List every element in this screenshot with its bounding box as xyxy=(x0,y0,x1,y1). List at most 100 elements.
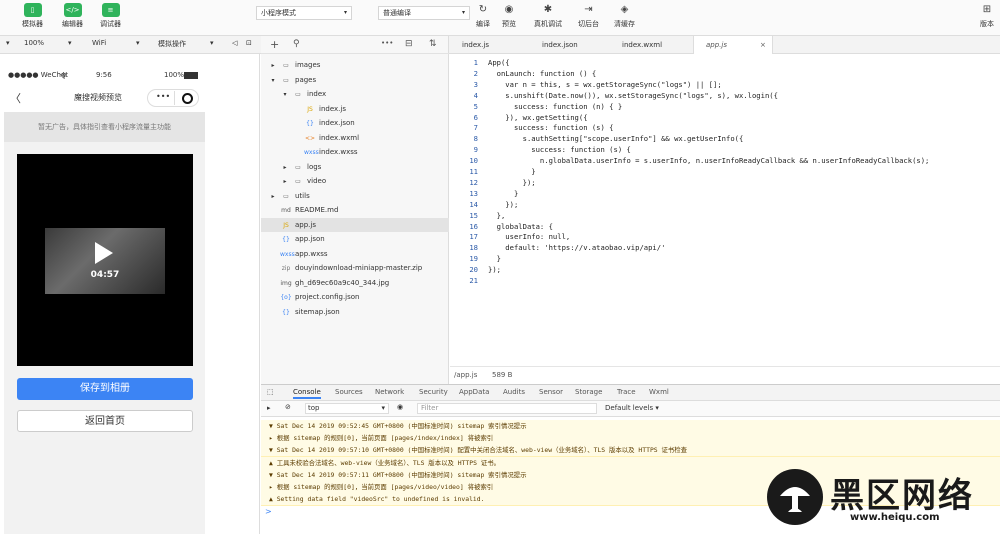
file-type-icon: {} xyxy=(282,236,290,243)
line-number: 10 xyxy=(469,156,478,166)
chevron-right-icon[interactable]: ▸ xyxy=(281,161,289,175)
version-label: 版本 xyxy=(980,20,994,28)
operation-select[interactable]: 模拟操作 xyxy=(158,39,186,49)
ad-placeholder: 暂无广告，具体指引查看小程序流量主功能 xyxy=(4,112,205,142)
tab-sources[interactable]: Sources xyxy=(335,388,363,396)
file-type-icon: md xyxy=(281,207,291,214)
file-name: douyindownload-miniapp-master.zip xyxy=(295,264,423,272)
filter-input[interactable]: Filter xyxy=(417,403,597,414)
clear-cache-button[interactable]: ◈ 清缓存 xyxy=(614,3,635,29)
tab-trace[interactable]: Trace xyxy=(617,388,636,396)
back-home-button[interactable]: 返回首页 xyxy=(17,410,193,432)
network-select[interactable]: WiFi xyxy=(92,39,106,47)
volume-icon[interactable]: ◁ xyxy=(232,39,237,47)
folder-item[interactable]: ▸ ▭ utils xyxy=(261,189,449,203)
debugger-button[interactable]: ≡ 调试器 xyxy=(100,3,121,29)
tab-index-json[interactable]: index.json xyxy=(530,36,610,54)
folder-item[interactable]: ▸ ▭ video xyxy=(261,174,449,188)
console-message-text: ▲ Setting data field "videoSrc" to undef… xyxy=(269,495,485,504)
zoom-select[interactable]: 100% xyxy=(24,39,44,47)
file-item[interactable]: {} app.json xyxy=(261,232,449,246)
close-circle-icon[interactable] xyxy=(182,93,193,104)
code-line: }); xyxy=(488,265,501,275)
close-tab-icon[interactable]: × xyxy=(760,36,766,54)
eye-icon[interactable]: ◉ xyxy=(397,403,403,411)
console-prompt[interactable]: > xyxy=(265,507,272,516)
line-number: 13 xyxy=(469,188,478,198)
compile-button[interactable]: ↻ 编译 xyxy=(474,3,492,29)
file-item[interactable]: md README.md xyxy=(261,203,449,217)
levels-select[interactable]: Default levels ▾ xyxy=(605,404,659,412)
tab-storage[interactable]: Storage xyxy=(575,388,602,396)
inspect-icon[interactable]: ⬚ xyxy=(267,388,274,396)
more-icon[interactable]: ••• xyxy=(381,39,393,47)
file-item[interactable]: zip douyindownload-miniapp-master.zip xyxy=(261,261,449,275)
save-to-album-button[interactable]: 保存到相册 xyxy=(17,378,193,400)
tab-wxml[interactable]: Wxml xyxy=(649,388,669,396)
compile-select[interactable]: 普通编译 ▾ xyxy=(378,6,470,20)
tab-sensor[interactable]: Sensor xyxy=(539,388,563,396)
device-select[interactable]: ▾ xyxy=(6,39,10,47)
context-select[interactable]: top ▾ xyxy=(305,403,389,414)
file-item[interactable]: {o} project.config.json xyxy=(261,290,449,304)
video-player[interactable]: 04:57 xyxy=(17,154,193,366)
file-name: logs xyxy=(307,163,322,171)
tab-appdata[interactable]: AppData xyxy=(459,388,489,396)
version-button[interactable]: ⊞ 版本 xyxy=(978,3,996,29)
editor-tabs: index.js index.json index.wxml app.js × xyxy=(450,36,1000,54)
tab-audits[interactable]: Audits xyxy=(503,388,525,396)
clear-console-icon[interactable]: ⊘ xyxy=(285,403,291,411)
collapse-icon[interactable]: ⊟ xyxy=(405,39,413,49)
line-number: 19 xyxy=(469,254,478,264)
chevron-right-icon[interactable]: ▸ xyxy=(281,175,289,189)
preview-button[interactable]: ◉ 预览 xyxy=(500,3,518,29)
tab-security[interactable]: Security xyxy=(419,388,448,396)
folder-item[interactable]: ▾ ▭ index xyxy=(261,87,449,101)
tab-app-js[interactable]: app.js × xyxy=(693,36,773,54)
eye-icon: ◉ xyxy=(504,4,514,15)
code-line: globalData: { xyxy=(488,221,553,231)
file-item[interactable]: JS index.js xyxy=(261,102,449,116)
console-message[interactable]: ▼ Sat Dec 14 2019 09:57:10 GMT+0800 (中国标… xyxy=(261,444,1000,458)
folder-item[interactable]: ▸ ▭ logs xyxy=(261,160,449,174)
capsule-menu[interactable]: ••• xyxy=(147,89,199,107)
backend-button[interactable]: ⇥ 切后台 xyxy=(578,3,599,29)
rotate-icon[interactable]: ⊡ xyxy=(246,39,252,47)
tab-index-js[interactable]: index.js xyxy=(450,36,530,54)
tab-network[interactable]: Network xyxy=(375,388,404,396)
file-item[interactable]: {} index.json xyxy=(261,116,449,130)
play-icon[interactable] xyxy=(95,242,113,264)
file-item[interactable]: <> index.wxml xyxy=(261,131,449,145)
remote-debug-button[interactable]: ✱ 真机调试 xyxy=(534,3,562,29)
console-message[interactable]: ▼ Sat Dec 14 2019 09:52:45 GMT+0800 (中国标… xyxy=(261,420,1000,433)
simulator-button[interactable]: ▯ 模拟器 xyxy=(22,3,43,29)
back-arrow-icon[interactable]: 〈 xyxy=(10,90,21,106)
code-line: success: function (s) { xyxy=(488,145,631,155)
file-name: gh_d69ec60a9c40_344.jpg xyxy=(295,279,390,287)
code-area[interactable]: App({ onLaunch: function () { var n = th… xyxy=(488,54,998,366)
file-item[interactable]: img gh_d69ec60a9c40_344.jpg xyxy=(261,276,449,290)
chevron-right-icon[interactable]: ▸ xyxy=(269,59,277,73)
mode-select[interactable]: 小程序模式 ▾ xyxy=(256,6,352,20)
file-item[interactable]: wxssindex.wxss xyxy=(261,145,449,159)
chevron-right-icon[interactable]: ▸ xyxy=(269,190,277,204)
tab-index-wxml[interactable]: index.wxml xyxy=(610,36,690,54)
more-icon[interactable]: ••• xyxy=(156,92,170,101)
chevron-down-icon: ▾ xyxy=(381,404,385,412)
tab-console[interactable]: Console xyxy=(293,388,321,399)
search-icon[interactable]: ⚲ xyxy=(293,39,300,49)
console-message[interactable]: ▸ 根据 sitemap 的规则[0]，当前页面 [pages/index/in… xyxy=(261,432,1000,446)
add-file-icon[interactable]: + xyxy=(270,38,279,51)
folder-item[interactable]: ▸ ▭ images xyxy=(261,58,449,72)
code-line: userInfo: null, xyxy=(488,232,571,242)
file-item[interactable]: wxssapp.wxss xyxy=(261,247,449,261)
file-item[interactable]: {} sitemap.json xyxy=(261,305,449,319)
chevron-down-icon[interactable]: ▾ xyxy=(281,88,289,102)
folder-item[interactable]: ▾ ▭ pages xyxy=(261,73,449,87)
chevron-down-icon[interactable]: ▾ xyxy=(269,74,277,88)
sort-icon[interactable]: ⇅ xyxy=(429,39,437,49)
battery-icon xyxy=(184,72,198,79)
file-item[interactable]: JS app.js xyxy=(261,218,449,232)
editor-button[interactable]: </> 编辑器 xyxy=(62,3,83,29)
sidebar-toggle-icon[interactable]: ▸ xyxy=(267,404,271,412)
